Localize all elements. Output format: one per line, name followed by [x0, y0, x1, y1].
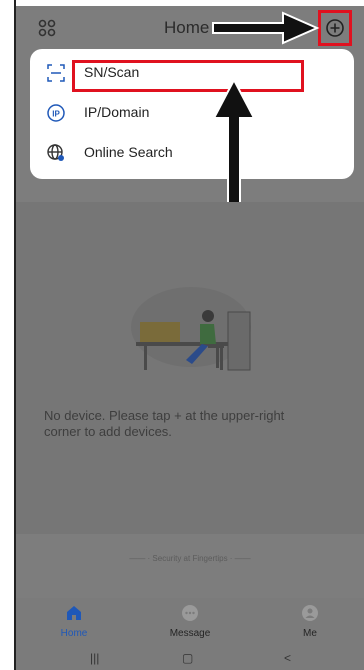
tab-label: Me	[303, 628, 317, 639]
person-icon	[302, 605, 318, 621]
tab-message[interactable]: Message	[150, 604, 230, 639]
tab-home[interactable]: Home	[34, 604, 114, 639]
add-circle-icon	[326, 19, 344, 37]
page-title: Home	[164, 18, 210, 37]
tab-label: Home	[60, 628, 88, 639]
back-button[interactable]: <	[284, 651, 291, 665]
empty-device-illustration	[131, 287, 251, 371]
tab-label: Message	[169, 628, 211, 639]
svg-text:IP: IP	[52, 110, 60, 119]
menu-item-ip-domain[interactable]: IP IP/Domain	[30, 93, 354, 133]
app-screen: Home SN/Scan IP IP/Domain Online Search	[16, 6, 364, 670]
message-icon	[182, 605, 198, 621]
add-device-menu: SN/Scan IP IP/Domain Online Search	[30, 49, 354, 179]
empty-state-card: No device. Please tap + at the upper-rig…	[16, 202, 364, 534]
empty-state-message: No device. Please tap + at the upper-rig…	[44, 408, 285, 439]
scan-icon	[46, 63, 66, 83]
menu-item-label: IP/Domain	[84, 104, 150, 120]
annotation-arrow-up	[212, 78, 256, 217]
home-system-button[interactable]: ▢	[182, 651, 193, 665]
annotation-highlight-box	[72, 60, 304, 92]
grid-icon[interactable]	[38, 19, 56, 37]
system-navigation-bar: ||| ▢ <	[16, 648, 364, 670]
menu-item-sn-scan[interactable]: SN/Scan	[30, 53, 354, 93]
menu-item-online-search[interactable]: Online Search	[30, 133, 354, 173]
tab-me[interactable]: Me	[270, 604, 350, 639]
ip-icon: IP	[46, 103, 66, 123]
globe-search-icon	[46, 143, 66, 163]
security-slogan: —— · Security at Fingertips · ——	[129, 554, 251, 563]
menu-item-label: Online Search	[84, 144, 173, 160]
add-device-button[interactable]	[318, 10, 352, 46]
annotation-arrow-right	[212, 11, 320, 45]
bottom-tab-bar: Home Message Me	[16, 598, 364, 648]
home-icon	[67, 606, 81, 620]
recents-button[interactable]: |||	[90, 651, 99, 665]
security-text: Security at Fingertips	[152, 554, 228, 563]
